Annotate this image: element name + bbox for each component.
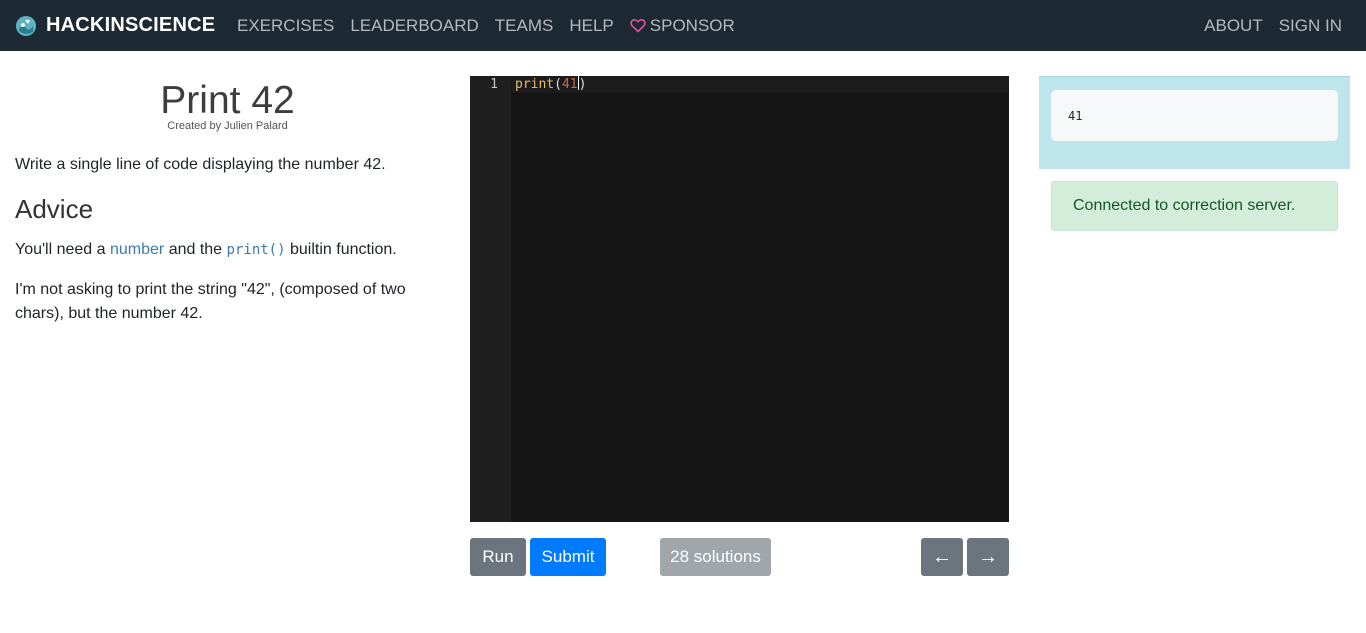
top-navbar: HACKINSCIENCE EXERCISES LEADERBOARD TEAM… xyxy=(0,0,1366,51)
nav-exercises[interactable]: EXERCISES xyxy=(237,16,334,36)
code-token-number: 41 xyxy=(561,77,578,92)
advice-paragraph-1: You'll need a number and the print() bui… xyxy=(15,238,440,262)
nav-main-links: EXERCISES LEADERBOARD TEAMS HELP SPONSOR xyxy=(237,0,751,51)
code-line[interactable]: print(41) xyxy=(511,76,1009,93)
heart-icon xyxy=(630,18,646,33)
nav-teams[interactable]: TEAMS xyxy=(495,16,554,36)
exercise-title-block: Print 42 Created by Julien Palard xyxy=(15,81,440,132)
advice-heading: Advice xyxy=(15,194,94,224)
nav-sponsor-label: SPONSOR xyxy=(649,15,735,35)
previous-exercise-button[interactable]: ← xyxy=(921,538,963,576)
brand-link[interactable]: HACKINSCIENCE xyxy=(16,0,215,51)
nav-sign-in[interactable]: SIGN IN xyxy=(1279,16,1342,36)
nav-account-links: ABOUT SIGN IN xyxy=(1188,0,1342,51)
exercise-description: Write a single line of code displaying t… xyxy=(15,156,386,173)
line-number: 1 xyxy=(490,77,498,92)
submit-button[interactable]: Submit xyxy=(530,538,606,576)
nav-about[interactable]: ABOUT xyxy=(1204,16,1263,36)
number-link[interactable]: number xyxy=(110,241,164,258)
brand-name: HACKINSCIENCE xyxy=(46,14,216,36)
hackinscience-logo-icon xyxy=(16,15,36,36)
exercise-description-panel: Print 42 Created by Julien Palard Write … xyxy=(15,76,440,326)
run-button[interactable]: Run xyxy=(470,538,526,576)
exercise-author: Created by Julien Palard xyxy=(167,120,288,132)
code-editor[interactable]: 1 print(41) xyxy=(470,76,1009,522)
nav-help[interactable]: HELP xyxy=(569,16,613,36)
code-token-function: print xyxy=(515,77,555,92)
advice-paragraph-2: I'm not asking to print the string "42",… xyxy=(15,281,406,322)
editor-text-area[interactable]: print(41) xyxy=(511,76,1009,522)
output-panel: 41 xyxy=(1039,76,1350,169)
nav-sponsor[interactable]: SPONSOR xyxy=(630,16,735,36)
code-token-paren: ) xyxy=(578,77,587,92)
solutions-button[interactable]: 28 solutions xyxy=(660,538,771,576)
program-output: 41 xyxy=(1051,90,1338,141)
advice-text: builtin function. xyxy=(285,241,397,258)
advice-text: and the xyxy=(164,241,227,258)
code-token-paren: ( xyxy=(554,77,562,92)
nav-leaderboard[interactable]: LEADERBOARD xyxy=(350,16,478,36)
advice-text: You'll need a xyxy=(15,241,110,258)
page-title: Print 42 xyxy=(160,79,295,122)
next-exercise-button[interactable]: → xyxy=(967,538,1009,576)
editor-gutter: 1 xyxy=(470,76,511,522)
print-function-link[interactable]: print() xyxy=(227,242,286,258)
connection-status-alert: Connected to correction server. xyxy=(1051,181,1338,231)
